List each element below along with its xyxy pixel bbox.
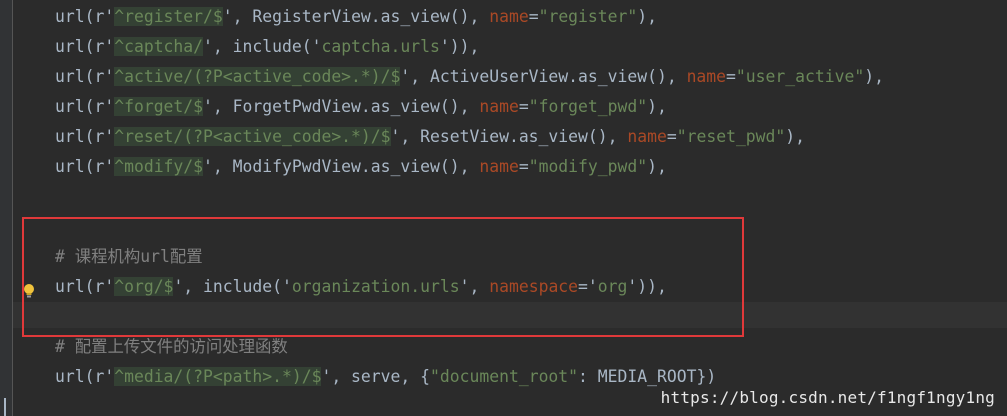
watermark-text: https://blog.csdn.net/f1ngf1ngy1ng xyxy=(660,388,995,407)
code-token: url(r' xyxy=(55,37,115,56)
code-token-string: "user_active" xyxy=(735,67,865,86)
code-token: : MEDIA_ROOT}) xyxy=(578,367,717,386)
code-line-captcha[interactable]: url(r'^captcha/', include('captcha.urls'… xyxy=(55,32,479,62)
code-token: url(r' xyxy=(55,157,115,176)
code-line-active[interactable]: url(r'^active/(?P<active_code>.*)/$', Ac… xyxy=(55,62,884,92)
code-token-regex: ^forget/$ xyxy=(114,97,204,116)
code-token: ', include(' xyxy=(203,37,322,56)
red-highlight-box xyxy=(22,217,744,337)
code-token-string: "register" xyxy=(538,7,638,26)
code-token-string: "reset_pwd" xyxy=(676,127,786,146)
code-line-modify[interactable]: url(r'^modify/$', ModifyPwdView.as_view(… xyxy=(55,152,667,182)
code-editor[interactable]: url(r'^register/$', RegisterView.as_view… xyxy=(0,0,1007,416)
code-token: = xyxy=(518,157,529,176)
code-token: ), xyxy=(637,7,658,26)
code-token: ), xyxy=(647,157,667,176)
code-token: ', ModifyPwdView.as_view(), xyxy=(203,157,480,176)
code-token-regex: ^media/(?P<path>.*)/$ xyxy=(114,367,322,386)
code-line-reset[interactable]: url(r'^reset/(?P<active_code>.*)/$', Res… xyxy=(55,122,805,152)
editor-gutter xyxy=(0,0,13,416)
code-token-kwarg: name xyxy=(489,7,529,26)
code-line-register[interactable]: url(r'^register/$', RegisterView.as_view… xyxy=(55,2,657,32)
code-token: = xyxy=(666,127,677,146)
code-token: ', ForgetPwdView.as_view(), xyxy=(203,97,480,116)
code-token: ), xyxy=(647,97,667,116)
code-token-regex: ^active/(?P<active_code>.*)/$ xyxy=(114,67,401,86)
code-token: ', ResetView.as_view(), xyxy=(390,127,628,146)
code-token-regex: ^captcha/ xyxy=(114,37,204,56)
code-token: = xyxy=(518,97,529,116)
code-token-regex: ^modify/$ xyxy=(114,157,204,176)
code-token: ), xyxy=(785,127,806,146)
code-token-kwarg: name xyxy=(686,67,727,86)
code-token-kwarg: name xyxy=(479,157,519,176)
code-token: url(r' xyxy=(55,67,115,86)
code-token-string: "document_root" xyxy=(430,367,579,386)
code-token-regex: ^reset/(?P<active_code>.*)/$ xyxy=(114,127,391,146)
code-token: ', ActiveUserView.as_view(), xyxy=(400,67,687,86)
code-line-forget[interactable]: url(r'^forget/$', ForgetPwdView.as_view(… xyxy=(55,92,667,122)
code-token-string: captcha.urls xyxy=(321,37,440,56)
code-token-kwarg: name xyxy=(627,127,667,146)
code-token: ), xyxy=(864,67,884,86)
code-token-regex: ^register/$ xyxy=(114,7,223,26)
code-token: url(r' xyxy=(55,7,115,26)
code-token-string: "forget_pwd" xyxy=(528,97,648,116)
code-token: ', RegisterView.as_view(), xyxy=(222,7,490,26)
code-token: url(r' xyxy=(55,97,115,116)
code-token: url(r' xyxy=(55,127,115,146)
code-token: = xyxy=(528,7,539,26)
code-line-media[interactable]: url(r'^media/(?P<path>.*)/$', serve, {"d… xyxy=(55,362,716,392)
code-token: ')), xyxy=(439,37,480,56)
code-token: url(r' xyxy=(55,367,115,386)
code-token: = xyxy=(726,67,736,86)
code-token: ', serve, { xyxy=(321,367,431,386)
lightbulb-icon[interactable] xyxy=(22,283,36,299)
text-caret xyxy=(4,398,6,416)
code-area[interactable]: url(r'^register/$', RegisterView.as_view… xyxy=(13,0,1007,416)
code-token-kwarg: name xyxy=(479,97,519,116)
code-token-string: "modify_pwd" xyxy=(528,157,648,176)
